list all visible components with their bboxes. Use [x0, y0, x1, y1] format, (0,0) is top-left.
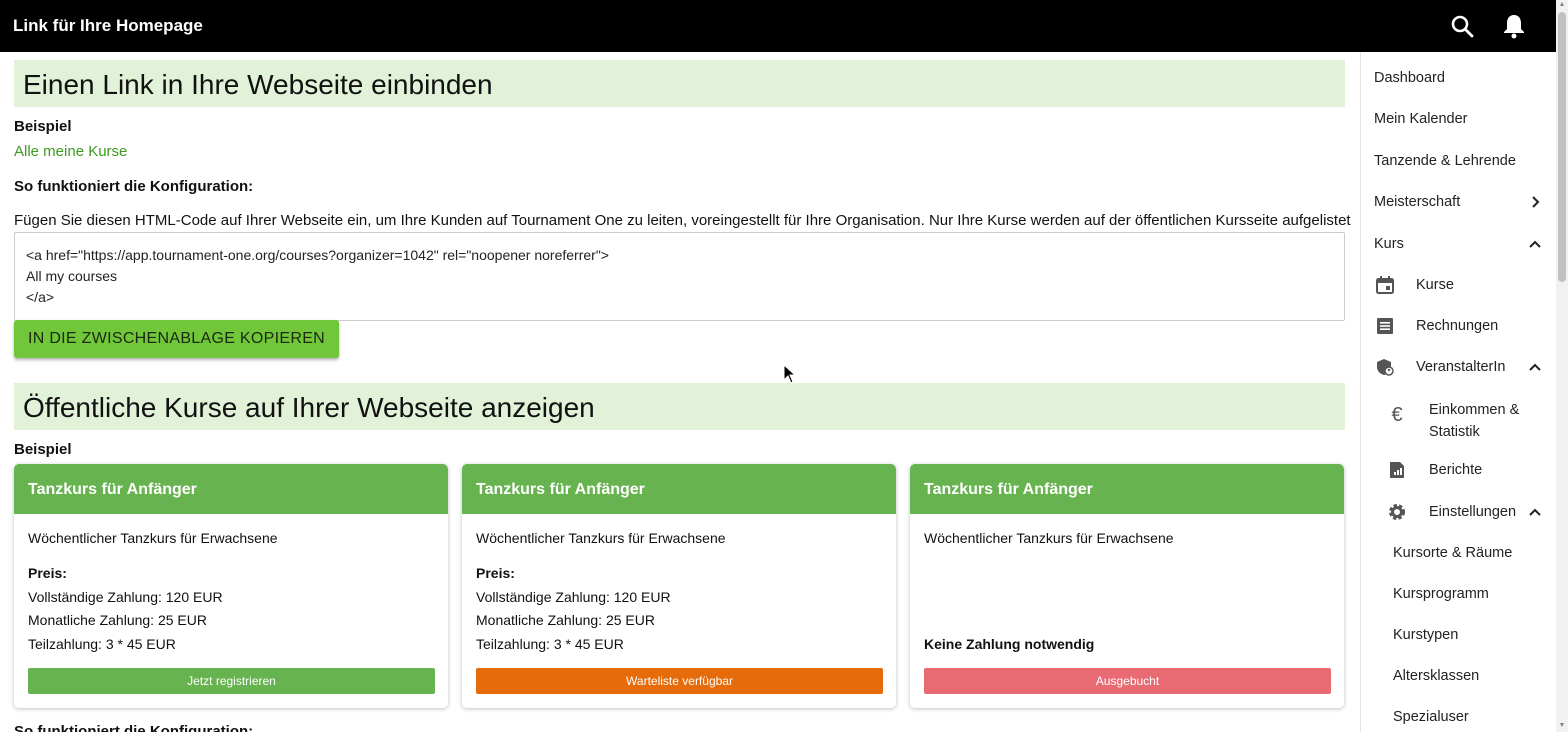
sidebar-nav: Dashboard Mein Kalender Tanzende & Lehre… [1360, 52, 1556, 732]
sidebar-item-course-types[interactable]: Kurstypen [1361, 614, 1556, 654]
gear-icon [1387, 502, 1407, 522]
config-label: So funktioniert die Konfiguration: [14, 178, 254, 195]
copy-to-clipboard-button[interactable]: IN DIE ZWISCHENABLAGE KOPIEREN [14, 320, 339, 358]
register-button[interactable]: Jetzt registrieren [28, 668, 435, 694]
config-description: Fügen Sie diesen HTML-Code auf Ihrer Web… [14, 212, 1351, 229]
chevron-up-icon [1527, 359, 1543, 375]
sidebar-item-label: VeranstalterIn [1416, 359, 1506, 375]
calendar-icon [1375, 275, 1395, 295]
section-header-public-courses: Öffentliche Kurse auf Ihrer Webseite anz… [14, 383, 1345, 430]
course-card: Tanzkurs für Anfänger Wöchentlicher Tanz… [462, 464, 896, 708]
config-label: So funktioniert die Konfiguration: [14, 723, 254, 732]
sidebar-item-championship[interactable]: Meisterschaft [1361, 181, 1556, 221]
card-header: Tanzkurs für Anfänger [462, 464, 896, 514]
course-card: Tanzkurs für Anfänger Wöchentlicher Tanz… [14, 464, 448, 708]
top-bar: Link für Ihre Homepage [0, 0, 1568, 52]
sidebar-item-label: Kursprogramm [1393, 586, 1489, 602]
sidebar-item-label: Dashboard [1374, 70, 1445, 86]
page-title: Link für Ihre Homepage [13, 16, 203, 35]
mouse-cursor-icon [783, 363, 797, 384]
price-label: Preis: [476, 565, 515, 581]
card-title: Tanzkurs für Anfänger [28, 481, 197, 498]
card-description: Wöchentlicher Tanzkurs für Erwachsene [28, 530, 278, 546]
section-heading: Öffentliche Kurse auf Ihrer Webseite anz… [23, 392, 595, 423]
price-line: Vollständige Zahlung: 120 EUR [476, 589, 671, 605]
receipt-icon [1375, 316, 1395, 336]
card-description: Wöchentlicher Tanzkurs für Erwachsene [924, 530, 1174, 546]
sidebar-item-dashboard[interactable]: Dashboard [1361, 58, 1556, 98]
sidebar-item-organizer[interactable]: VeranstalterIn [1361, 345, 1556, 385]
sidebar-item-courses[interactable]: Kurse [1361, 263, 1556, 303]
sidebar-item-label: Kursorte & Räume [1393, 545, 1513, 561]
sidebar-item-label: Rechnungen [1416, 318, 1499, 334]
price-line: Monatliche Zahlung: 25 EUR [28, 612, 207, 628]
sidebar-item-settings[interactable]: Einstellungen [1361, 490, 1556, 530]
sidebar-item-label: Berichte [1429, 462, 1483, 478]
report-icon [1387, 460, 1407, 480]
shield-user-icon [1375, 357, 1395, 377]
example-label: Beispiel [14, 118, 72, 135]
code-line: <a href="https://app.tournament-one.org/… [26, 247, 609, 263]
booked-out-button[interactable]: Ausgebucht [924, 668, 1331, 694]
chevron-up-icon [1527, 236, 1543, 252]
price-line: Teilzahlung: 3 * 45 EUR [476, 636, 624, 652]
card-title: Tanzkurs für Anfänger [476, 481, 645, 498]
sidebar-item-label: Einstellungen [1429, 504, 1517, 520]
code-line: All my courses [26, 268, 118, 284]
sidebar-item-label: Altersklassen [1393, 668, 1480, 684]
sidebar-item-special-users[interactable]: Spezialuser [1361, 696, 1556, 732]
course-card: Tanzkurs für Anfänger Wöchentlicher Tanz… [910, 464, 1344, 708]
card-title: Tanzkurs für Anfänger [924, 481, 1093, 498]
card-description: Wöchentlicher Tanzkurs für Erwachsene [476, 530, 726, 546]
price-line: Monatliche Zahlung: 25 EUR [476, 612, 655, 628]
section-header-link: Einen Link in Ihre Webseite einbinden [14, 60, 1345, 107]
sidebar-item-label: Meisterschaft [1374, 194, 1461, 210]
sidebar-item-venues-rooms[interactable]: Kursorte & Räume [1361, 532, 1556, 572]
card-header: Tanzkurs für Anfänger [910, 464, 1344, 514]
sidebar-item-calendar[interactable]: Mein Kalender [1361, 99, 1556, 139]
sidebar-item-age-groups[interactable]: Altersklassen [1361, 655, 1556, 695]
sidebar-item-course[interactable]: Kurs [1361, 222, 1556, 262]
code-textarea[interactable]: <a href="https://app.tournament-one.org/… [14, 232, 1345, 321]
main-content: Einen Link in Ihre Webseite einbinden Be… [0, 52, 1360, 732]
sidebar-item-income-statistics[interactable]: € Einkommen & Statistik [1361, 389, 1556, 440]
search-icon[interactable] [1447, 11, 1477, 41]
card-header: Tanzkurs für Anfänger [14, 464, 448, 514]
code-line: </a> [26, 289, 55, 305]
example-label: Beispiel [14, 441, 72, 458]
sidebar-item-label: Kurstypen [1393, 627, 1459, 643]
bell-icon[interactable] [1499, 11, 1529, 41]
price-line: Vollständige Zahlung: 120 EUR [28, 589, 223, 605]
sidebar-item-label: Kurse [1416, 277, 1454, 293]
sidebar-item-label: Tanzende & Lehrende [1374, 153, 1516, 169]
sidebar-item-course-program[interactable]: Kursprogramm [1361, 573, 1556, 613]
euro-icon: € [1391, 403, 1403, 426]
sidebar-item-label: Mein Kalender [1374, 111, 1468, 127]
sidebar-item-reports[interactable]: Berichte [1361, 449, 1556, 489]
sidebar-item-dancers-teachers[interactable]: Tanzende & Lehrende [1361, 140, 1556, 180]
sidebar-item-invoices[interactable]: Rechnungen [1361, 304, 1556, 344]
scroll-down-arrow-icon[interactable]: ▼ [1558, 722, 1566, 730]
sidebar-item-label: Einkommen & Statistik [1429, 402, 1520, 440]
example-link[interactable]: Alle meine Kurse [14, 143, 127, 160]
no-payment-label: Keine Zahlung notwendig [924, 636, 1095, 652]
page-scrollbar[interactable]: ▲ ▼ [1556, 0, 1568, 732]
chevron-up-icon [1527, 504, 1543, 520]
sidebar-item-label: Spezialuser [1393, 709, 1469, 725]
sidebar-item-label: Kurs [1374, 236, 1404, 252]
price-line: Teilzahlung: 3 * 45 EUR [28, 636, 176, 652]
waitlist-button[interactable]: Warteliste verfügbar [476, 668, 883, 694]
scrollbar-thumb[interactable] [1558, 12, 1566, 282]
chevron-right-icon [1527, 194, 1543, 210]
section-heading: Einen Link in Ihre Webseite einbinden [23, 69, 493, 100]
scroll-up-arrow-icon[interactable]: ▲ [1558, 1, 1566, 9]
price-label: Preis: [28, 565, 67, 581]
